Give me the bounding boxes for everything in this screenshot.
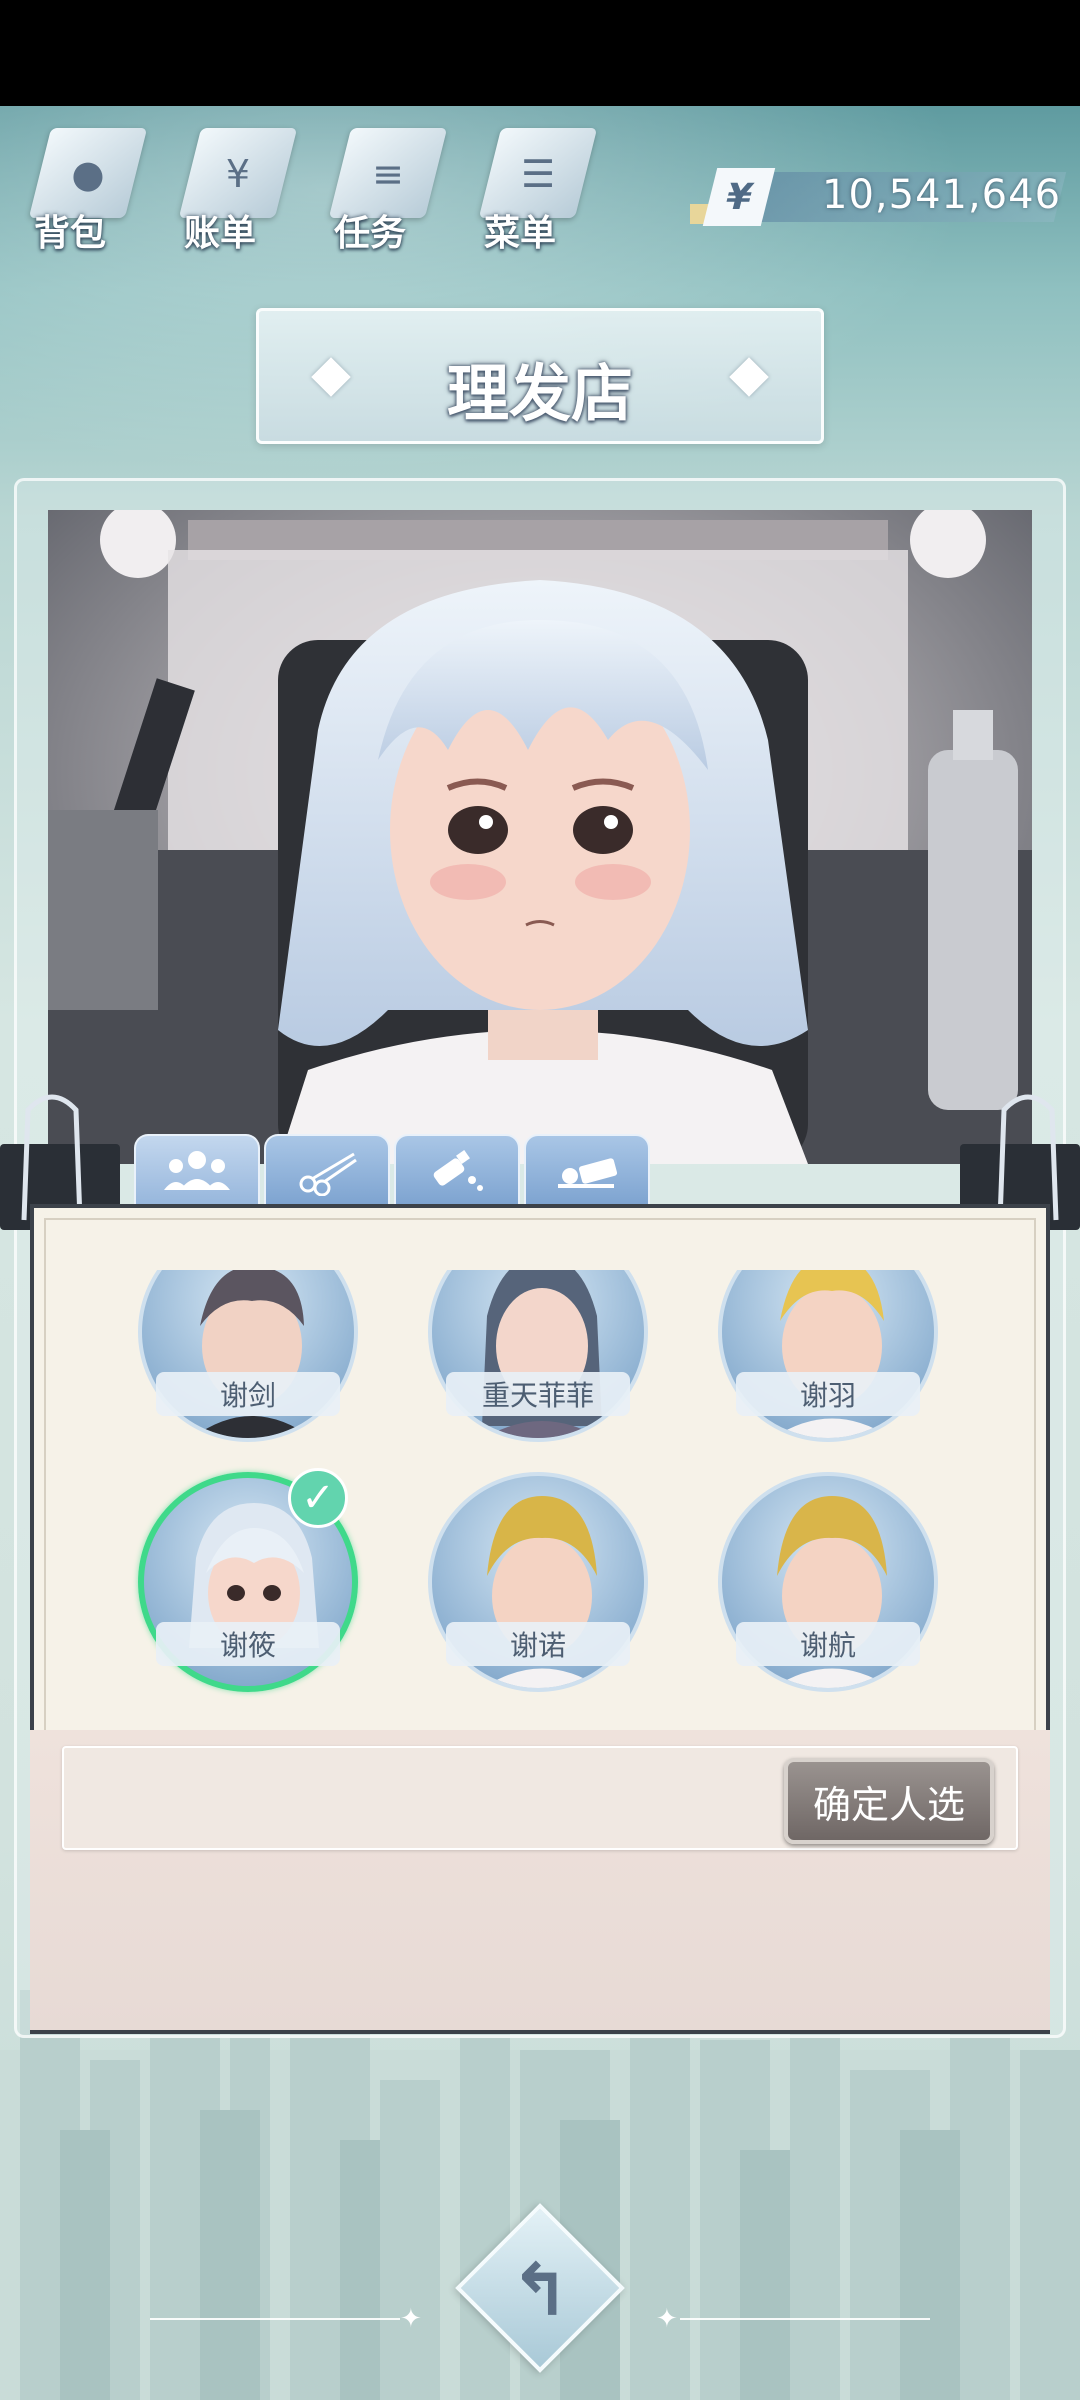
confirm-selection-button[interactable]: 确定人选 xyxy=(784,1758,994,1844)
nav-menu-label: 菜单 xyxy=(484,213,557,254)
nav-bill-button[interactable]: ¥ 账单 xyxy=(170,118,300,258)
page-title: 理发店 xyxy=(446,357,633,430)
wallet-balance: 10,541,646 xyxy=(822,172,1062,218)
character-name: 谢诺 xyxy=(446,1622,630,1666)
character-name: 谢航 xyxy=(736,1622,920,1666)
character-card[interactable]: 谢航 xyxy=(718,1472,938,1692)
avatar xyxy=(718,1270,938,1442)
status-bar-area xyxy=(0,0,1080,106)
nav-task-button[interactable]: ≡ 任务 xyxy=(320,118,450,258)
bag-icon: ● xyxy=(71,152,105,196)
avatar-face xyxy=(192,1270,312,1438)
character-portrait xyxy=(48,510,1032,1164)
character-card-selected[interactable]: 谢筱 ✓ xyxy=(138,1468,358,1692)
character-card[interactable]: 谢诺 xyxy=(428,1472,648,1692)
portrait-illustration xyxy=(48,510,1032,1164)
nav-bag-button[interactable]: ● 背包 xyxy=(20,118,150,258)
eraser-icon xyxy=(558,1158,618,1188)
dye-bottle-icon xyxy=(433,1150,483,1191)
nav-bill-label: 账单 xyxy=(184,213,257,254)
decorative-line xyxy=(150,2318,400,2320)
characters-icon xyxy=(164,1151,230,1190)
sparkle-icon: ✦ xyxy=(656,2304,678,2334)
sparkle-icon: ✦ xyxy=(400,2304,422,2334)
page-title-plate: 理发店 xyxy=(256,308,824,444)
task-icon: ≡ xyxy=(372,152,404,196)
avatar xyxy=(138,1270,358,1442)
nav-menu-button[interactable]: ☰ 菜单 xyxy=(470,118,600,258)
character-card[interactable]: 谢剑 xyxy=(138,1270,358,1442)
tab-dye[interactable] xyxy=(394,1134,520,1206)
nav-task-label: 任务 xyxy=(334,213,407,254)
character-card[interactable]: 重天菲菲 xyxy=(428,1270,648,1442)
back-arrow-icon: ↰ xyxy=(509,2248,571,2332)
menu-icon: ☰ xyxy=(520,152,556,196)
character-card[interactable]: 谢羽 xyxy=(718,1270,938,1442)
avatar-face xyxy=(482,1270,602,1438)
character-name: 重天菲菲 xyxy=(446,1372,630,1416)
scissors-icon xyxy=(299,1152,357,1196)
avatar-face xyxy=(773,1270,891,1438)
tab-haircut[interactable] xyxy=(264,1134,390,1206)
character-roster: 谢剑 重天菲菲 谢羽 谢筱 ✓ 谢诺 谢航 xyxy=(40,1270,1040,1710)
nav-bag-label: 背包 xyxy=(34,213,107,254)
character-name: 谢羽 xyxy=(736,1372,920,1416)
tab-eraser[interactable] xyxy=(524,1134,650,1206)
wallet-display: ¥ 10,541,646 xyxy=(690,168,1067,226)
check-icon: ✓ xyxy=(288,1468,348,1528)
avatar xyxy=(428,1270,648,1442)
character-name: 谢剑 xyxy=(156,1372,340,1416)
tab-characters[interactable] xyxy=(134,1134,260,1206)
character-name: 谢筱 xyxy=(156,1622,340,1666)
bill-icon: ¥ xyxy=(225,152,251,196)
decorative-line xyxy=(680,2318,930,2320)
